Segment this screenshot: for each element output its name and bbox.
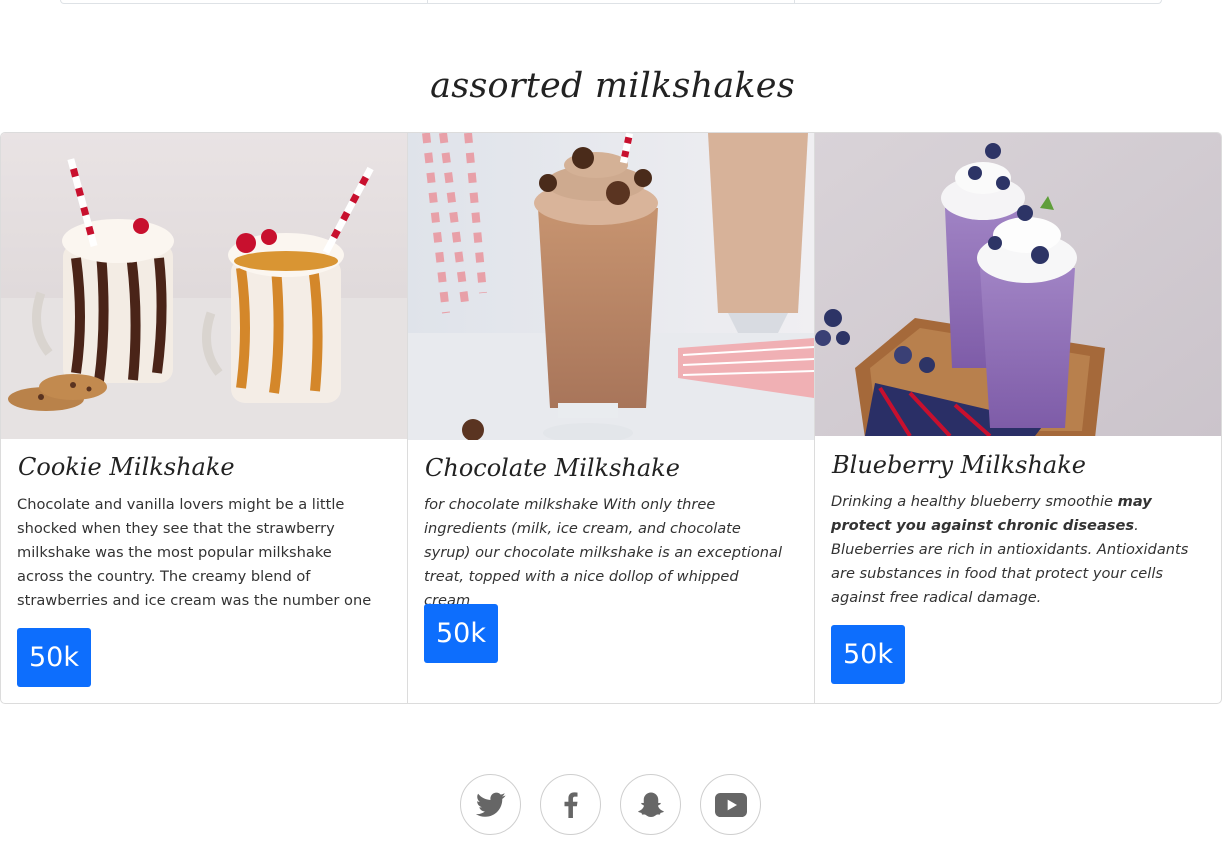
price-button[interactable]: 50k [424, 604, 498, 663]
snapchat-icon [637, 792, 664, 817]
card-description: for chocolate milkshake With only three … [424, 496, 782, 609]
facebook-link[interactable] [540, 774, 601, 835]
price-button[interactable]: 50k [17, 628, 91, 687]
card-description-text: Drinking a healthy blueberry smoothie [831, 493, 1118, 510]
section-title: assorted milkshakes [430, 66, 795, 106]
blueberry-milkshake-card: Blueberry Milkshake Drinking a healthy b… [814, 133, 1221, 703]
card-title: Blueberry Milkshake [832, 451, 1086, 479]
youtube-icon [714, 792, 747, 817]
youtube-link[interactable] [700, 774, 761, 835]
top-table-strip [60, 0, 1162, 4]
price-button[interactable]: 50k [831, 625, 905, 684]
card-description: Chocolate and vanilla lovers might be a … [17, 496, 372, 609]
snapchat-link[interactable] [620, 774, 681, 835]
facebook-icon [564, 791, 577, 818]
card-description: Drinking a healthy blueberry smoothie ma… [831, 490, 1195, 610]
twitter-icon [475, 792, 505, 817]
chocolate-milkshake-card: Chocolate Milkshake for chocolate milksh… [407, 133, 814, 703]
top-strip-cell [795, 0, 1161, 3]
cookie-milkshake-card: Cookie Milkshake Chocolate and vanilla l… [1, 133, 407, 703]
top-strip-cell [61, 0, 428, 3]
twitter-link[interactable] [460, 774, 521, 835]
cookie-milkshake-photo [1, 133, 407, 439]
chocolate-milkshake-photo [408, 133, 814, 440]
top-strip-cell [428, 0, 795, 3]
card-title: Cookie Milkshake [18, 453, 235, 481]
blueberry-milkshake-photo [815, 133, 1221, 436]
card-title: Chocolate Milkshake [425, 454, 680, 482]
milkshake-card-group: Cookie Milkshake Chocolate and vanilla l… [0, 132, 1222, 704]
